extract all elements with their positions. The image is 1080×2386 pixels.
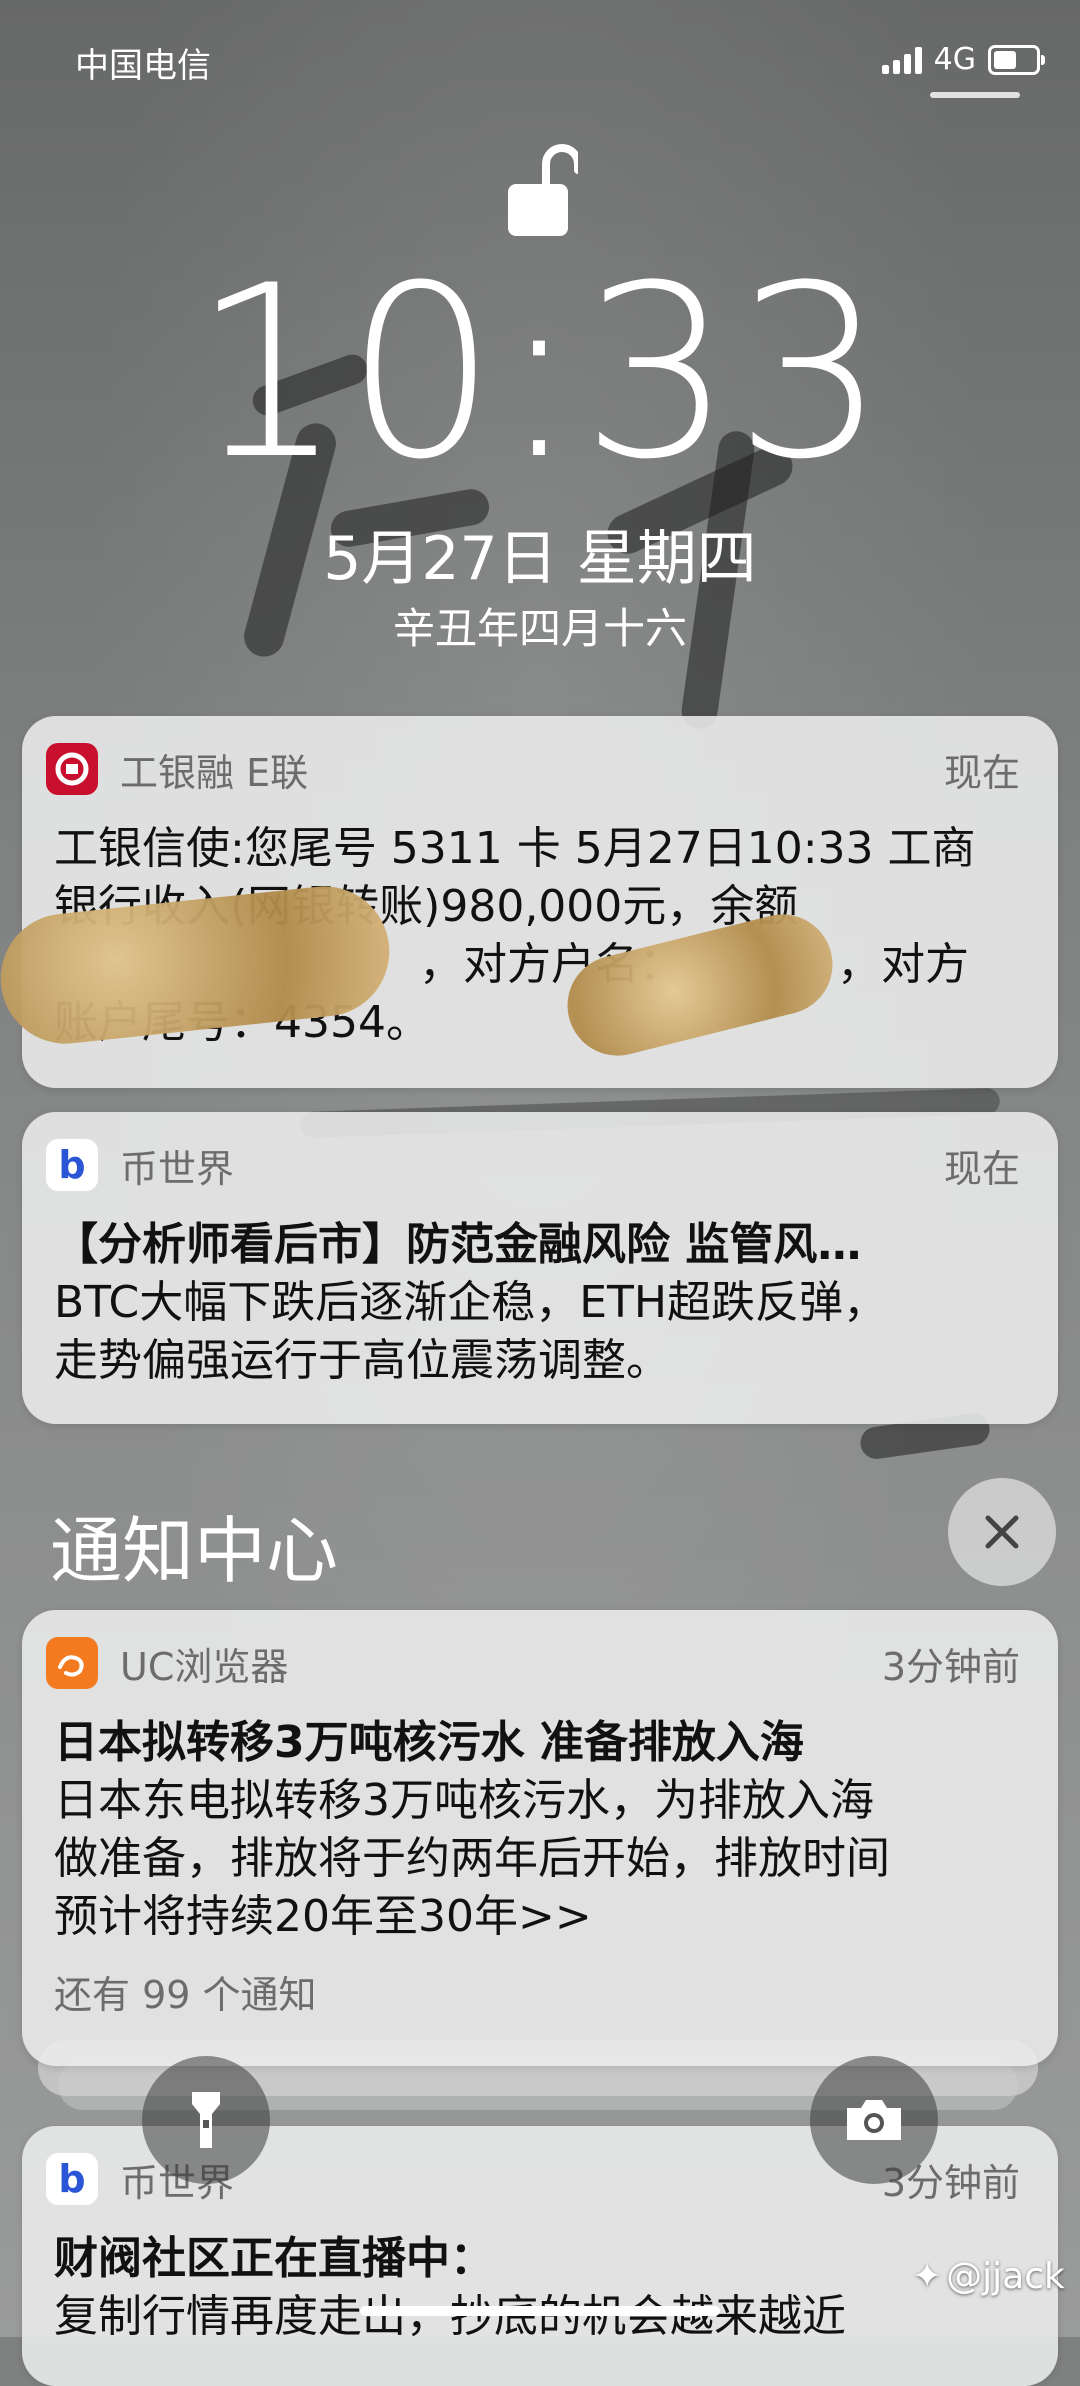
camera-icon [847, 2100, 901, 2140]
clear-notifications-button[interactable] [948, 1478, 1056, 1586]
app-name: UC浏览器 [120, 1644, 289, 1689]
body-line: 预计将持续20年至30年>> [54, 1891, 592, 1942]
lunar-date: 辛丑年四月十六 [392, 604, 687, 653]
notification-center-title: 通知中心 [50, 1509, 339, 1593]
control-center-grabber[interactable] [930, 92, 1020, 98]
watermark-text: @jjack [946, 2256, 1065, 2297]
lock-time: 10:33 [192, 235, 888, 512]
bishijie-app-icon: b [46, 2153, 98, 2205]
notification-card-uc[interactable]: UC浏览器 3分钟前 日本拟转移3万吨核污水 准备排放入海 日本东电拟转移3万吨… [22, 1610, 1058, 2066]
camera-button[interactable] [810, 2056, 938, 2184]
notification-card-bishijie[interactable]: b 币世界 现在 【分析师看后市】防范金融风险 监管风… BTC大幅下跌后逐渐企… [22, 1112, 1058, 1424]
icbc-app-icon [46, 743, 98, 795]
signal-icon [881, 46, 922, 74]
notification-title: 【分析师看后市】防范金融风险 监管风… [54, 1219, 862, 1270]
unlock-icon [508, 144, 578, 236]
notification-title: 日本拟转移3万吨核污水 准备排放入海 [54, 1717, 804, 1768]
notification-title: 财阀社区正在直播中： [54, 2233, 494, 2284]
lock-date: 5月27日 星期四 [323, 524, 757, 594]
body-line: 工银信使:您尾号 5311 卡 5月27日10:33 工商 [54, 823, 976, 874]
uc-app-icon [46, 1637, 98, 1689]
app-name: 工银融 E联 [120, 750, 309, 795]
notification-time: 现在 [943, 750, 1020, 795]
app-name: 币世界 [120, 1146, 235, 1191]
weibo-icon: ✦ [912, 2256, 943, 2297]
body-line: 复制行情再度走出，抄底的机会越来越近 [54, 2291, 846, 2342]
bishijie-app-icon: b [46, 1139, 98, 1191]
flashlight-button[interactable] [142, 2056, 270, 2184]
notification-time: 3分钟前 [881, 1644, 1020, 1689]
body-line: 走势偏强运行于高位震荡调整。 [54, 1335, 670, 1386]
body-line: 做准备，排放将于约两年后开始，排放时间 [54, 1833, 890, 1884]
more-notifications-label[interactable]: 还有 99 个通知 [54, 1966, 1020, 2024]
carrier-label: 中国电信 [75, 46, 211, 86]
status-bar: 中国电信 4G [0, 38, 1080, 88]
home-indicator[interactable] [360, 2306, 720, 2316]
body-line: BTC大幅下跌后逐渐企稳，ETH超跌反弹， [54, 1277, 887, 1328]
notification-time: 现在 [943, 1146, 1020, 1191]
body-line: 日本东电拟转移3万吨核污水，为排放入海 [54, 1775, 874, 1826]
watermark: ✦ @jjack [912, 2256, 1065, 2297]
close-icon [985, 1515, 1019, 1549]
battery-icon [988, 44, 1045, 75]
flashlight-icon [192, 2092, 220, 2148]
network-label: 4G [933, 42, 976, 77]
